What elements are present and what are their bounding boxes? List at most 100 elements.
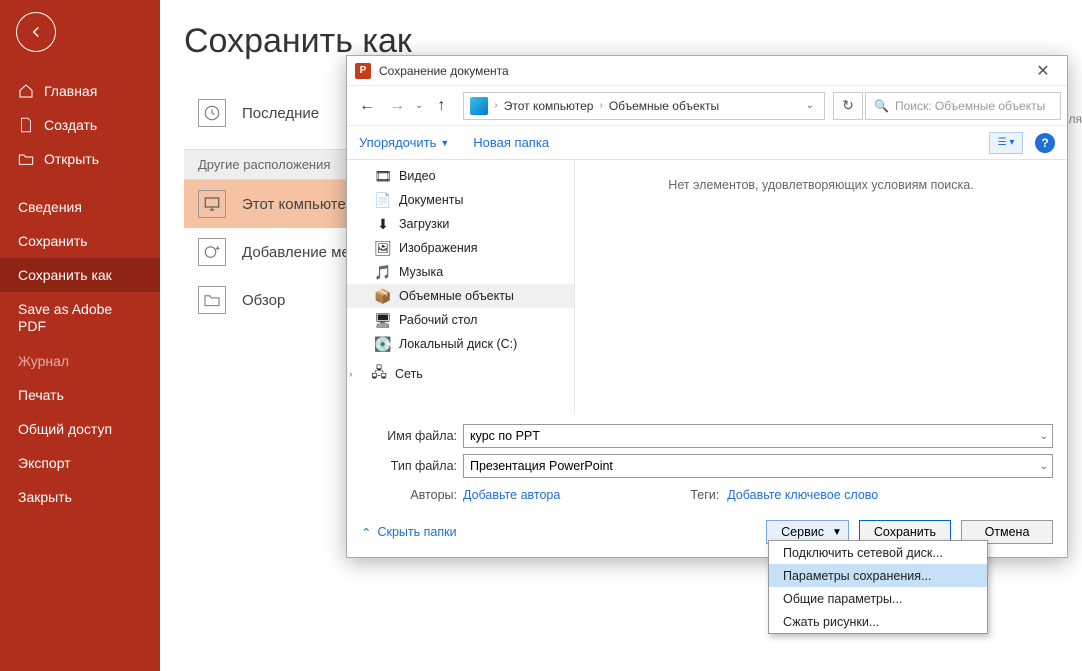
search-placeholder: Поиск: Объемные объекты	[895, 99, 1045, 113]
sidebar-label: Экспорт	[18, 455, 71, 471]
desktop-icon: 🖥	[375, 312, 391, 328]
view-mode-button[interactable]: ☰ ▾	[989, 132, 1023, 154]
tree-item-documents[interactable]: 📄Документы	[347, 188, 574, 212]
breadcrumb-seg[interactable]: Этот компьютер	[504, 99, 594, 113]
backstage-sidebar: Главная Создать Открыть Сведения Сохрани…	[0, 0, 160, 671]
save-dialog: P Сохранение документа ✕ ← → ⌄ ↑ › Этот …	[346, 55, 1068, 558]
new-icon	[18, 117, 34, 133]
search-input[interactable]: 🔍 Поиск: Объемные объекты	[865, 92, 1061, 120]
organize-button[interactable]: Упорядочить ▼	[359, 135, 449, 150]
folder-tree: 🎞Видео 📄Документы ⬇Загрузки 🖼Изображения…	[347, 160, 575, 414]
breadcrumb-seg[interactable]: Объемные объекты	[609, 99, 719, 113]
chevron-icon: ›	[494, 100, 497, 111]
sidebar-label: Save as Adobe PDF	[18, 301, 142, 335]
sidebar-label: Главная	[44, 83, 97, 99]
dialog-nav: ← → ⌄ ↑ › Этот компьютер › Объемные объе…	[347, 86, 1067, 126]
loc-label: Добавление ме	[242, 244, 350, 261]
tools-menu: Подключить сетевой диск... Параметры сох…	[768, 540, 988, 634]
file-list-empty: Нет элементов, удовлетворяющих условиям …	[575, 160, 1067, 414]
documents-icon: 📄	[375, 192, 391, 208]
sidebar-item-home[interactable]: Главная	[0, 74, 160, 108]
sidebar-label: Общий доступ	[18, 421, 112, 437]
sidebar-label: Закрыть	[18, 489, 72, 505]
video-icon: 🎞	[375, 168, 391, 184]
powerpoint-icon: P	[355, 63, 371, 79]
sidebar-item-export[interactable]: Экспорт	[0, 446, 160, 480]
sidebar-item-close[interactable]: Закрыть	[0, 480, 160, 514]
refresh-button[interactable]: ↻	[833, 92, 863, 120]
tree-item-disk-c[interactable]: 💽Локальный диск (C:)	[347, 332, 574, 356]
chevron-down-icon[interactable]: ⌄	[1040, 431, 1048, 442]
tree-item-3dobjects[interactable]: 📦Объемные объекты	[347, 284, 574, 308]
chevron-down-icon: ▼	[832, 527, 842, 538]
new-folder-button[interactable]: Новая папка	[473, 135, 549, 150]
monitor-icon	[198, 190, 226, 218]
nav-back-icon[interactable]: ←	[353, 92, 381, 120]
sidebar-label: Создать	[44, 117, 97, 133]
sidebar-item-open[interactable]: Открыть	[0, 142, 160, 176]
sidebar-item-save[interactable]: Сохранить	[0, 224, 160, 258]
menu-save-options[interactable]: Параметры сохранения...	[769, 564, 987, 587]
nav-history-icon[interactable]: ⌄	[415, 100, 423, 111]
open-icon	[18, 151, 34, 167]
nav-up-icon[interactable]: ↑	[427, 92, 455, 120]
hide-folders-toggle[interactable]: ⌃Скрыть папки	[361, 525, 457, 540]
folder-icon	[198, 286, 226, 314]
back-button[interactable]	[16, 12, 56, 52]
globe-plus-icon	[198, 238, 226, 266]
tree-item-network[interactable]: ›🖧Сеть	[347, 362, 574, 386]
chevron-right-icon: ›	[349, 369, 361, 380]
disk-icon: 💽	[375, 336, 391, 352]
chevron-up-icon: ⌃	[361, 525, 371, 540]
menu-general-options[interactable]: Общие параметры...	[769, 587, 987, 610]
tags-input[interactable]: Добавьте ключевое слово	[727, 488, 878, 502]
sidebar-item-new[interactable]: Создать	[0, 108, 160, 142]
help-button[interactable]: ?	[1035, 133, 1055, 153]
sidebar-item-info[interactable]: Сведения	[0, 190, 160, 224]
chevron-icon: ›	[599, 100, 602, 111]
objects-icon: 📦	[375, 288, 391, 304]
dialog-title: Сохранение документа	[379, 64, 1023, 78]
loc-label: Этот компьютер	[242, 196, 354, 213]
sidebar-label: Сохранить	[18, 233, 88, 249]
sidebar-item-history[interactable]: Журнал	[0, 344, 160, 378]
tree-item-videos[interactable]: 🎞Видео	[347, 164, 574, 188]
pictures-icon: 🖼	[375, 240, 391, 256]
breadcrumb-dropdown-icon[interactable]: ⌄	[802, 100, 818, 111]
pc-icon	[470, 97, 488, 115]
sidebar-label: Сохранить как	[18, 267, 112, 283]
authors-label: Авторы:	[361, 488, 463, 502]
sidebar-item-saveas[interactable]: Сохранить как	[0, 258, 160, 292]
tree-item-desktop[interactable]: 🖥Рабочий стол	[347, 308, 574, 332]
tree-item-music[interactable]: 🎵Музыка	[347, 260, 574, 284]
tags-label: Теги:	[690, 488, 727, 502]
downloads-icon: ⬇	[375, 216, 391, 232]
filename-input[interactable]: курс по PPT⌄	[463, 424, 1053, 448]
sidebar-item-print[interactable]: Печать	[0, 378, 160, 412]
menu-compress-pictures[interactable]: Сжать рисунки...	[769, 610, 987, 633]
search-icon: 🔍	[874, 99, 889, 113]
filename-label: Имя файла:	[361, 429, 463, 443]
chevron-down-icon[interactable]: ⌄	[1040, 461, 1048, 472]
sidebar-item-share[interactable]: Общий доступ	[0, 412, 160, 446]
tree-item-downloads[interactable]: ⬇Загрузки	[347, 212, 574, 236]
breadcrumb[interactable]: › Этот компьютер › Объемные объекты ⌄	[463, 92, 825, 120]
filetype-label: Тип файла:	[361, 459, 463, 473]
tree-item-pictures[interactable]: 🖼Изображения	[347, 236, 574, 260]
loc-label: Последние	[242, 105, 319, 122]
filetype-select[interactable]: Презентация PowerPoint⌄	[463, 454, 1053, 478]
nav-forward-icon[interactable]: →	[383, 92, 411, 120]
sidebar-label: Открыть	[44, 151, 99, 167]
home-icon	[18, 83, 34, 99]
menu-map-drive[interactable]: Подключить сетевой диск...	[769, 541, 987, 564]
sidebar-label: Сведения	[18, 199, 82, 215]
network-icon: 🖧	[371, 366, 387, 382]
authors-input[interactable]: Добавьте автора	[463, 488, 560, 502]
dialog-toolbar: Упорядочить ▼ Новая папка ☰ ▾ ?	[347, 126, 1067, 160]
music-icon: 🎵	[375, 264, 391, 280]
sidebar-item-adobe[interactable]: Save as Adobe PDF	[0, 292, 160, 344]
close-button[interactable]: ✕	[1023, 57, 1063, 85]
sidebar-label: Журнал	[18, 353, 69, 369]
dialog-titlebar: P Сохранение документа ✕	[347, 56, 1067, 86]
save-form: Имя файла: курс по PPT⌄ Тип файла: Презе…	[347, 414, 1067, 502]
